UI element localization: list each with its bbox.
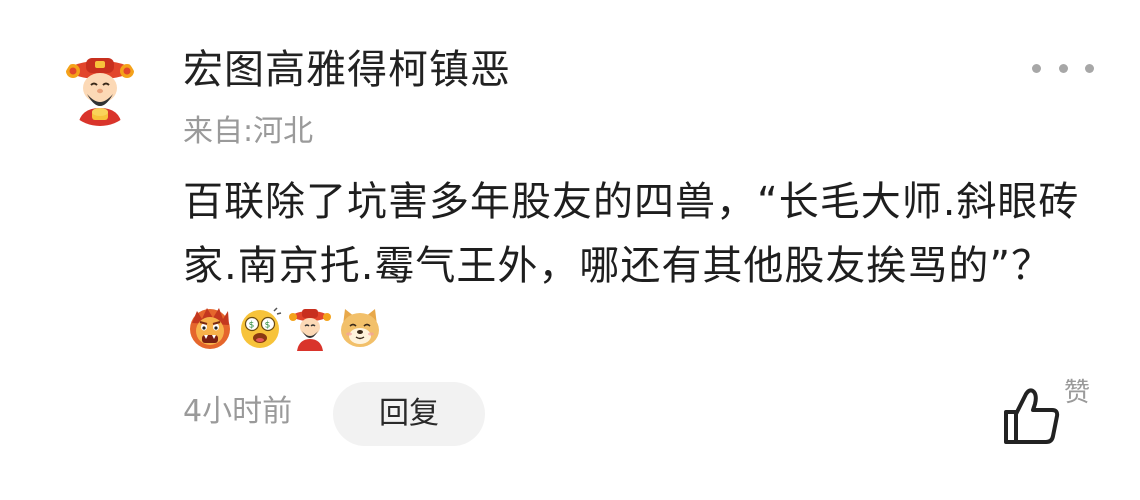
comment-text: 百联除了坑害多年股友的四兽，“长毛大师.斜眼砖家.南京托.霉气王外，哪还有其他股…: [183, 179, 1080, 289]
timestamp: 4小时前: [183, 394, 293, 429]
location-label: 来自:河北: [183, 114, 314, 149]
more-dots-icon: [1032, 63, 1041, 73]
doge-emoji-icon: [337, 305, 383, 351]
reply-button[interactable]: 回复: [333, 382, 485, 446]
svg-text:$: $: [249, 321, 256, 331]
thumbs-up-icon: [1004, 388, 1060, 444]
svg-text:$: $: [265, 321, 272, 331]
money-eyes-emoji-icon: $ $: [237, 305, 283, 351]
more-dots-icon: [1058, 63, 1068, 73]
avatar[interactable]: [62, 50, 138, 126]
like-label: 赞: [1064, 378, 1091, 408]
fortune-god-emoji-icon: [287, 305, 333, 351]
username[interactable]: 宏图高雅得柯镇恶: [183, 44, 511, 96]
angry-lion-emoji-icon: [187, 305, 233, 351]
fortune-god-avatar-icon: [66, 58, 134, 126]
more-dots-icon: [1085, 63, 1094, 73]
like-button[interactable]: 赞: [1000, 376, 1100, 446]
more-options-button[interactable]: [1032, 56, 1094, 80]
comment-card: 宏图高雅得柯镇恶 来自:河北 百联除了坑害多年股友的四兽，“长毛大师.斜眼砖家.…: [0, 0, 1140, 500]
comment-body: 百联除了坑害多年股友的四兽，“长毛大师.斜眼砖家.南京托.霉气王外，哪还有其他股…: [183, 170, 1098, 362]
